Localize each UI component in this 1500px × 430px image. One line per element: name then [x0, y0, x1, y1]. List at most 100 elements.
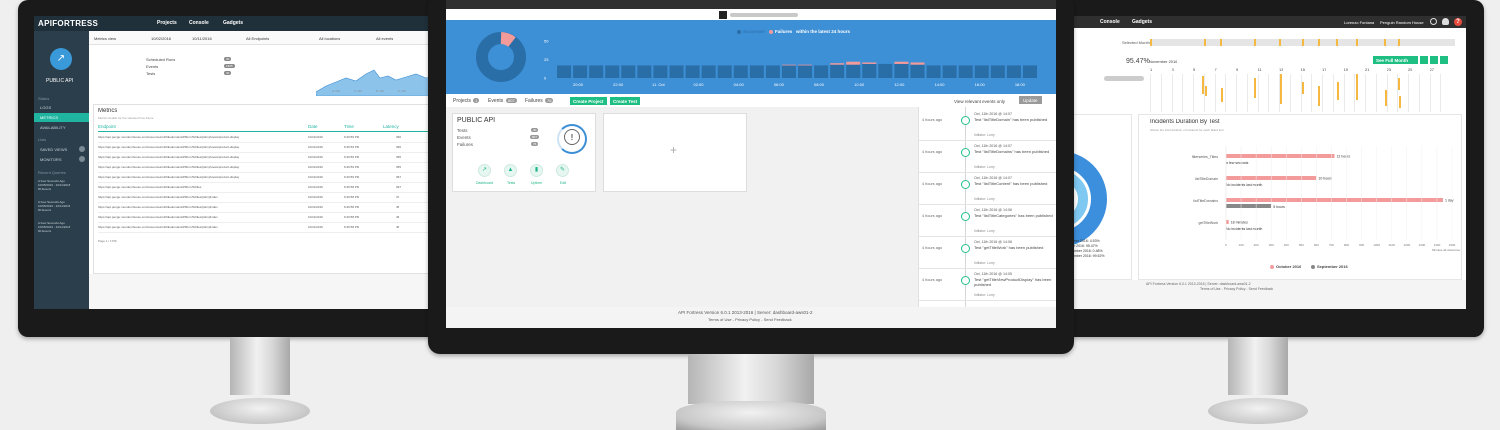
table-row[interactable]: https://api.pengu.mondomhouse.com/resour… — [98, 204, 448, 213]
success-bar — [781, 65, 796, 78]
incident-mark — [1254, 78, 1256, 98]
table-row[interactable]: https://api.pengu.mondomhouse.com/resour… — [98, 134, 448, 143]
locations-select[interactable]: All locations — [319, 36, 340, 41]
nav-projects[interactable]: Projects — [157, 20, 177, 26]
metrics-subtitle: Metrics details for the selected time fr… — [98, 116, 154, 120]
pager[interactable]: Page 1 / 1766 — [98, 239, 117, 243]
column-endpoint[interactable]: Endpoint — [98, 124, 116, 129]
feed-item[interactable]: 4 hours ago Oct, 11th 2016 @ 14:05 Test "g… — [918, 269, 1056, 301]
search-icon[interactable] — [1410, 56, 1418, 64]
x-tick-label: 20:00 — [573, 82, 584, 87]
table-row[interactable]: https://api.pengu.mondomhouse.com/resour… — [98, 184, 448, 193]
add-project-card[interactable]: + — [603, 113, 747, 192]
uptime-link[interactable]: Uptime — [531, 181, 542, 185]
help-icon[interactable]: ? — [1454, 18, 1462, 26]
nav-gadgets[interactable]: Gadgets — [223, 20, 243, 26]
edit-icon[interactable]: ✎ — [556, 164, 569, 177]
feed-date: Oct, 11th 2016 @ 14:05 — [974, 272, 1012, 276]
date-to-input[interactable]: 10/11/2016 — [192, 36, 212, 41]
table-row[interactable]: https://api.pengu.mondomhouse.com/resour… — [98, 224, 448, 233]
nav-gadgets[interactable]: Gadgets — [1132, 19, 1152, 25]
events-label: Events — [488, 98, 504, 104]
projects-label: Projects — [453, 98, 472, 104]
project-selector[interactable]: PUBLIC API — [46, 78, 73, 84]
reset-icon[interactable] — [1440, 56, 1448, 64]
feed-item[interactable]: 4 hours ago Oct, 11th 2016 @ 14:07 Test "l… — [918, 173, 1056, 205]
update-button[interactable]: Update — [1019, 96, 1042, 104]
row-endpoint[interactable]: https://api.pengu.mondomhouse.com/resour… — [98, 135, 298, 139]
settings-icon[interactable] — [1430, 18, 1437, 25]
recent-query[interactable]: A Few Seconds Ago 10/05/2016 - 10/11/201… — [38, 221, 86, 239]
feed-item[interactable]: 4 hours ago Oct, 11th 2016 @ 14:07 Test "l… — [918, 141, 1056, 173]
row-endpoint[interactable]: https://api.pengu.mondomhouse.com/resour… — [98, 185, 298, 189]
table-row[interactable]: https://api.pengu.mondomhouse.com/resour… — [98, 154, 448, 163]
see-full-month-button[interactable]: See Full Month — [1373, 56, 1411, 64]
sidebar-item-metrics[interactable]: METRICS — [34, 113, 89, 122]
feed-item[interactable]: 4 hours ago Oct, 11th 2016 @ 14:07 Test "l… — [918, 109, 1056, 141]
table-row[interactable]: https://api.pengu.mondomhouse.com/resour… — [98, 144, 448, 153]
dashboard-icon[interactable]: ↗ — [478, 164, 491, 177]
endpoints-select[interactable]: All Endpoints — [246, 36, 269, 41]
avatar[interactable] — [719, 11, 727, 19]
sidebar-item-logs[interactable]: LOGS — [34, 103, 89, 112]
column-latency[interactable]: Latency — [383, 124, 399, 129]
row-divider — [98, 232, 448, 233]
user-name[interactable]: Lorenzo Fontana — [1344, 20, 1374, 25]
events-count-badge: 807 — [506, 98, 517, 103]
day-label: 13 — [1279, 67, 1284, 72]
project-name[interactable]: PUBLIC API — [457, 117, 495, 124]
footer-links[interactable]: Terms of Use - Privacy Policy - Send Fee… — [1200, 287, 1273, 291]
row-endpoint[interactable]: https://api.pengu.mondomhouse.com/resour… — [98, 155, 298, 159]
column-time[interactable]: Time — [344, 124, 354, 129]
create-test-button[interactable]: Create Test — [610, 97, 641, 105]
column-date[interactable]: Date — [308, 124, 318, 129]
table-row[interactable]: https://api.pengu.mondomhouse.com/resour… — [98, 174, 448, 183]
left-monitor: APIFORTRESS Projects Console Gadgets ↗ P… — [18, 0, 470, 337]
uptime-icon[interactable]: ▮ — [530, 164, 543, 177]
row-endpoint[interactable]: https://api.pengu.mondomhouse.com/resour… — [98, 195, 298, 199]
table-row[interactable]: https://api.pengu.mondomhouse.com/resour… — [98, 214, 448, 223]
row-endpoint[interactable]: https://api.pengu.mondomhouse.com/resour… — [98, 225, 298, 229]
zoom-in-icon[interactable] — [1420, 56, 1428, 64]
tests-link[interactable]: Tests — [507, 181, 515, 185]
user-icon[interactable] — [1442, 18, 1449, 25]
feed-item[interactable]: 4 hours ago Oct, 11th 2016 @ 14:06 Test "l… — [918, 205, 1056, 237]
events-select[interactable]: All events — [376, 36, 393, 41]
row-date: 10/11/2016 — [308, 135, 323, 139]
center-monitor: Successes Failures within the latest 24 … — [428, 0, 1074, 354]
row-endpoint[interactable]: https://api.pengu.mondomhouse.com/resour… — [98, 215, 298, 219]
sidebar-item-availability[interactable]: AVAILABILITY — [34, 123, 89, 132]
day-column — [1193, 74, 1194, 112]
date-from-input[interactable]: 10/02/2016 — [151, 36, 171, 41]
nav-console[interactable]: Console — [1100, 19, 1120, 25]
success-bar — [846, 64, 861, 78]
dashboard-link[interactable]: Dashboard — [476, 181, 493, 185]
table-row[interactable]: https://api.pengu.mondomhouse.com/resour… — [98, 194, 448, 203]
tests-icon[interactable]: ▲ — [504, 164, 517, 177]
relevant-events-toggle[interactable]: View relevant events only — [954, 99, 1005, 104]
company-name[interactable]: Penguin Random House — [1380, 20, 1424, 25]
incident-mark — [1221, 88, 1223, 102]
success-bar — [685, 65, 700, 78]
nav-console[interactable]: Console — [189, 20, 209, 26]
footer-version: API Fortress Version 6.0.1 2013-2016 | S… — [678, 310, 813, 315]
create-project-button[interactable]: Create Project — [570, 97, 607, 105]
table-row[interactable]: https://api.pengu.mondomhouse.com/resour… — [98, 164, 448, 173]
timeline-dot — [961, 276, 970, 285]
view-select[interactable]: Metrics view — [94, 36, 116, 41]
recent-query[interactable]: A Few Seconds Ago 10/05/2016 - 10/11/201… — [38, 200, 86, 218]
september-bar-label: a few seconds — [1226, 161, 1249, 165]
feed-item[interactable]: 4 hours ago Oct, 11th 2016 @ 14:06 Test "g… — [918, 237, 1056, 269]
edit-link[interactable]: Edit — [560, 181, 566, 185]
uptime-toggle[interactable] — [1104, 76, 1144, 81]
summary-badge: 1565 — [224, 64, 235, 68]
row-endpoint[interactable]: https://api.pengu.mondomhouse.com/resour… — [98, 175, 298, 179]
project-card[interactable]: PUBLIC API Tests Events Failures 30 807 … — [452, 113, 596, 192]
zoom-out-icon[interactable] — [1430, 56, 1438, 64]
footer-links[interactable]: Terms of Use - Privacy Policy - Send Fee… — [708, 317, 792, 322]
row-endpoint[interactable]: https://api.pengu.mondomhouse.com/resour… — [98, 205, 298, 209]
x-tick-label: 14:00 — [934, 82, 945, 87]
row-endpoint[interactable]: https://api.pengu.mondomhouse.com/resour… — [98, 165, 298, 169]
recent-query[interactable]: A Few Seconds Ago 10/05/2016 - 10/11/201… — [38, 179, 86, 197]
row-endpoint[interactable]: https://api.pengu.mondomhouse.com/resour… — [98, 145, 298, 149]
